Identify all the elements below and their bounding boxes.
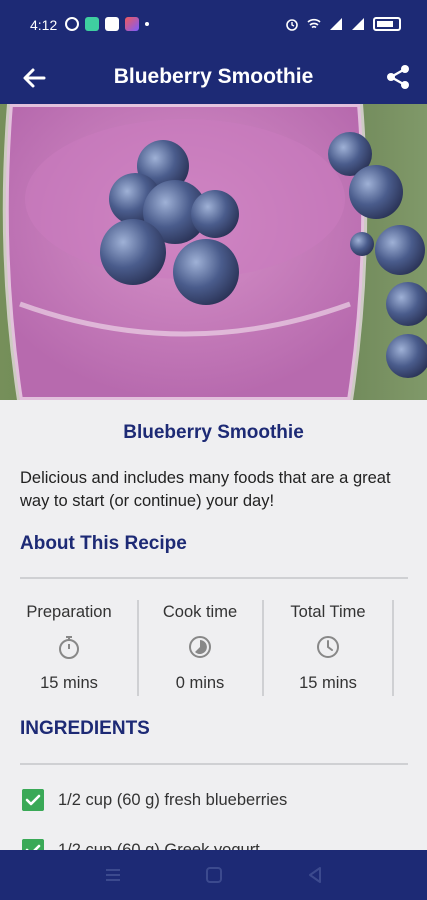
recipe-title: Blueberry Smoothie — [123, 422, 304, 443]
time-cook: Cook time 0 mins — [142, 600, 258, 696]
blueberry-smoothie-photo — [0, 104, 427, 400]
recipe-content[interactable]: Blueberry Smoothie Delicious and include… — [0, 400, 427, 850]
hero-image — [0, 104, 427, 400]
time-label: Preparation — [26, 603, 112, 621]
time-label: Total Time — [290, 603, 366, 621]
status-time: 4:12 — [30, 17, 58, 33]
dot-icon — [145, 22, 149, 26]
ingredient-text: 1/2 cup (60 g) fresh blueberries — [58, 790, 288, 809]
alarm-icon — [286, 19, 298, 31]
time-value: 15 mins — [40, 674, 98, 692]
whatsapp-icon — [65, 17, 79, 31]
app-icon — [125, 17, 139, 31]
recipe-description: Delicious and includes many foods that a… — [20, 469, 391, 510]
divider — [20, 577, 408, 579]
checkbox-checked-icon[interactable] — [22, 789, 44, 811]
divider — [20, 763, 408, 765]
time-value: 0 mins — [175, 674, 225, 692]
signal-icon — [330, 18, 342, 30]
ingredient-text: 1/2 cup (60 g) Greek yogurt — [58, 840, 260, 851]
back-triangle-icon[interactable] — [304, 864, 326, 886]
app-icon — [85, 17, 99, 31]
ingredient-item[interactable]: 1/2 cup (60 g) Greek yogurt — [22, 838, 260, 850]
home-icon[interactable] — [203, 864, 225, 886]
system-nav-bar — [0, 850, 427, 900]
app-title: Blueberry Smoothie — [113, 65, 314, 88]
column-separator — [392, 600, 394, 696]
status-system-icons — [285, 17, 401, 31]
time-preparation: Preparation 15 mins — [8, 600, 130, 696]
stopwatch-icon — [59, 636, 79, 659]
app-bar: Blueberry Smoothie — [0, 52, 427, 104]
timer-icon — [189, 636, 211, 658]
wifi-icon — [307, 18, 321, 29]
recipe-times: Preparation 15 mins Cook time 0 mins Tot… — [8, 600, 398, 696]
time-total: Total Time 15 mins — [266, 600, 390, 696]
share-icon[interactable] — [383, 62, 413, 92]
signal-icon — [352, 18, 364, 30]
status-bar: 4:12 — [0, 0, 427, 52]
battery-icon — [373, 17, 401, 31]
menu-icon[interactable] — [102, 864, 124, 886]
status-notification-icons — [65, 17, 149, 31]
ingredients-heading: INGREDIENTS — [20, 718, 150, 739]
about-heading: About This Recipe — [20, 533, 187, 554]
checkbox-checked-icon[interactable] — [22, 839, 44, 850]
column-separator — [137, 600, 139, 696]
time-value: 15 mins — [299, 674, 357, 692]
youtube-icon — [105, 17, 119, 31]
clock-icon — [317, 636, 339, 658]
column-separator — [262, 600, 264, 696]
time-label: Cook time — [162, 603, 238, 621]
ingredient-item[interactable]: 1/2 cup (60 g) fresh blueberries — [22, 788, 287, 812]
